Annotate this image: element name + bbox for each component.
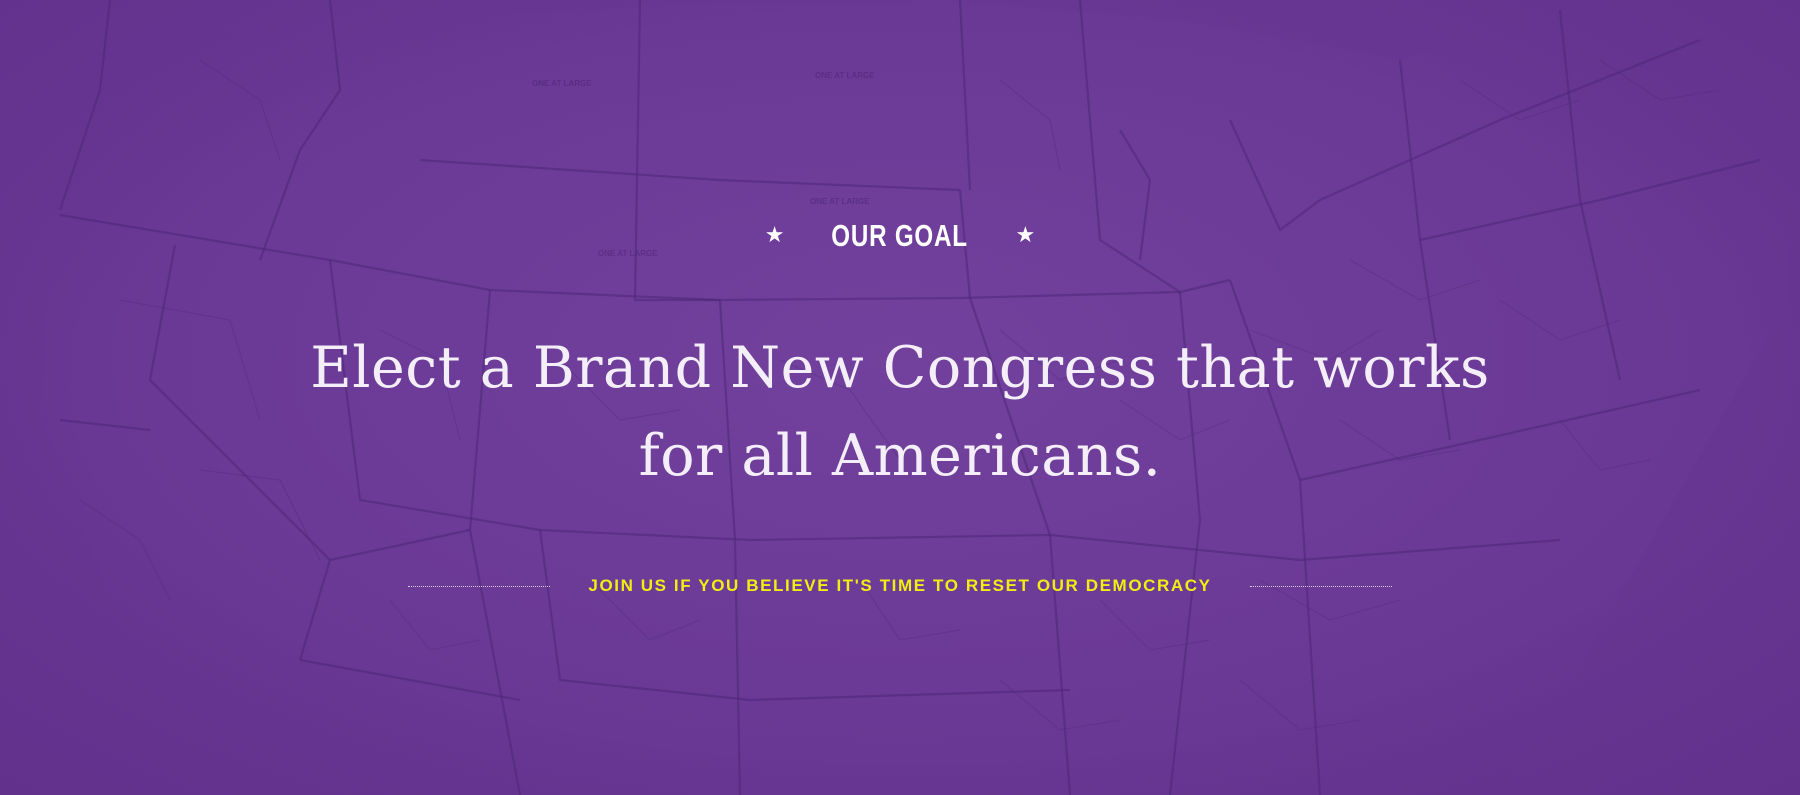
goal-headline: Elect a Brand New Congress that works fo… — [0, 324, 1800, 500]
tagline-row: JOIN US IF YOU BELIEVE IT'S TIME TO RESE… — [0, 574, 1800, 598]
dotted-divider-left — [408, 585, 551, 587]
headline-line-1: Elect a Brand New Congress that works — [310, 335, 1490, 401]
dotted-divider-right — [1249, 585, 1392, 587]
goal-content: ★ OUR GOAL ★ Elect a Brand New Congress … — [0, 0, 1800, 795]
tagline: JOIN US IF YOU BELIEVE IT'S TIME TO RESE… — [588, 576, 1212, 595]
goal-hero-section: ONE AT LARGE ONE AT LARGE ONE AT LARGE O… — [0, 0, 1800, 795]
star-icon: ★ — [1015, 223, 1036, 248]
star-icon: ★ — [764, 223, 785, 248]
section-label: OUR GOAL — [831, 218, 969, 253]
section-eyebrow: ★ OUR GOAL ★ — [0, 214, 1800, 258]
headline-line-2: for all Americans. — [638, 423, 1162, 489]
